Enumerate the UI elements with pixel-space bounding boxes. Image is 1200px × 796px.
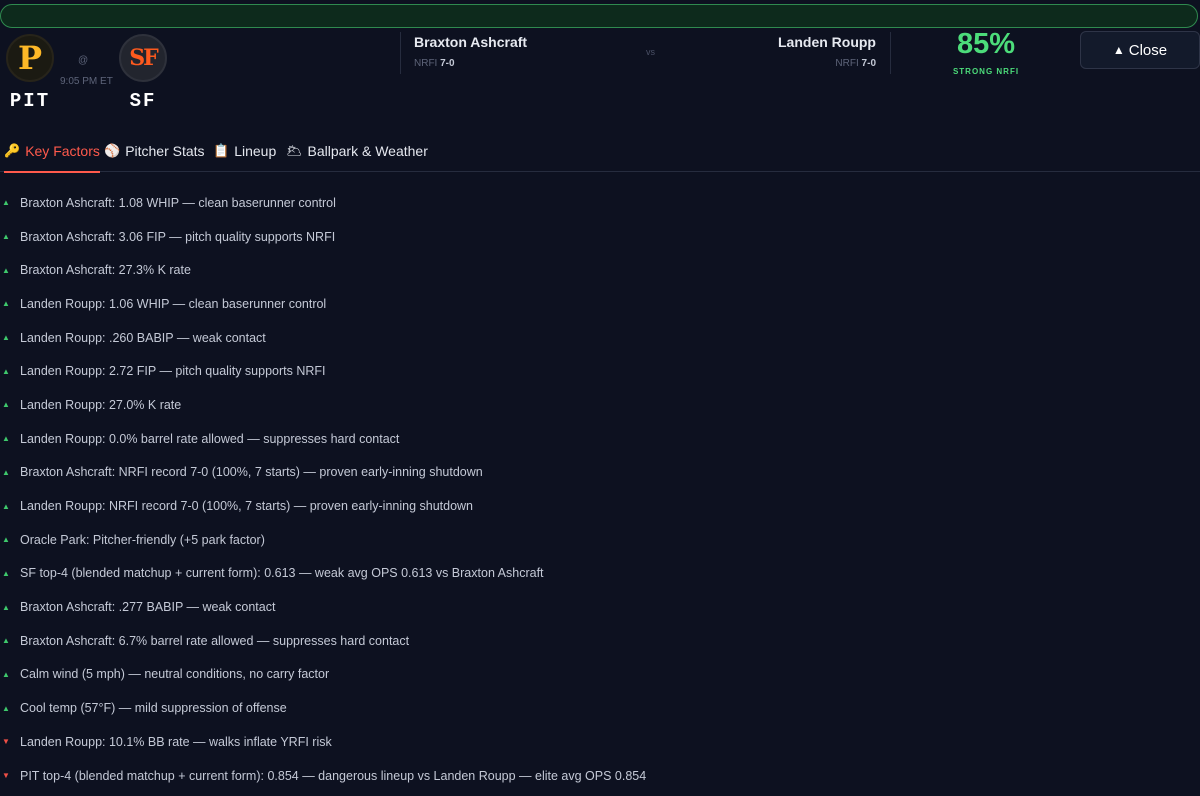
away-team: P PIT (0, 34, 60, 112)
divider (400, 32, 401, 74)
clipboard-icon: 📋 (213, 143, 230, 158)
list-item: ▲ Braxton Ashcraft: 3.06 FIP — pitch qual… (0, 220, 1200, 254)
factor-text: Braxton Ashcraft: NRFI record 7-0 (100%,… (20, 465, 483, 480)
factor-text: Oracle Park: Pitcher-friendly (+5 park f… (20, 532, 265, 547)
list-item: ▲ Braxton Ashcraft: .277 BABIP — weak con… (0, 590, 1200, 624)
game-time: 9:05 PM ET (60, 76, 113, 87)
away-team-abbr: PIT (9, 90, 51, 112)
triangle-up-icon: ▲ (2, 568, 10, 578)
list-item: ▲ Landen Roupp: 27.0% K rate (0, 388, 1200, 422)
divider (890, 32, 891, 74)
triangle-up-icon: ▲ (2, 669, 10, 679)
list-item: ▲ Calm wind (5 mph) — neutral conditions,… (0, 658, 1200, 692)
key-icon: 🔑 (4, 143, 21, 158)
nrfi-probability: 85% (956, 28, 1016, 60)
list-item: ▲ Landen Roupp: NRFI record 7-0 (100%, 7 … (0, 489, 1200, 523)
baseball-icon: ⚾ (104, 143, 121, 158)
list-item: ▲ Cool temp (57°F) — mild suppression of … (0, 691, 1200, 725)
triangle-up-icon: ▲ (2, 703, 10, 713)
factor-text: PIT top-4 (blended matchup + current for… (20, 768, 647, 783)
triangle-up-icon: ▲ (2, 602, 10, 612)
pirates-logo-icon: P (6, 34, 54, 82)
triangle-up-icon: ▲ (2, 265, 10, 275)
list-item: ▲ Braxton Ashcraft: NRFI record 7-0 (100%… (0, 456, 1200, 490)
factor-text: Landen Roupp: 1.06 WHIP — clean baserunn… (20, 296, 327, 311)
list-item: ▼ Landen Roupp: 10.1% BB rate — walks inf… (0, 725, 1200, 759)
factor-text: Braxton Ashcraft: .277 BABIP — weak cont… (20, 600, 276, 615)
tab-ballpark-weather[interactable]: 🌥 Ballpark & Weather (286, 143, 428, 171)
triangle-up-icon: ▲ (2, 467, 10, 477)
list-item: ▲ Braxton Ashcraft: 1.08 WHIP — clean bas… (0, 186, 1200, 220)
away-pitcher-name: Braxton Ashcraft (414, 34, 528, 50)
factor-text: Cool temp (57°F) — mild suppression of o… (20, 701, 287, 716)
factor-text: Landen Roupp: NRFI record 7-0 (100%, 7 s… (20, 499, 474, 514)
factor-text: Landen Roupp: 0.0% barrel rate allowed —… (20, 431, 400, 446)
triangle-down-icon: ▼ (2, 737, 10, 747)
triangle-down-icon: ▼ (2, 771, 10, 781)
list-item: ▲ Landen Roupp: 1.06 WHIP — clean baserun… (0, 287, 1200, 321)
factor-text: Landen Roupp: 27.0% K rate (20, 397, 182, 412)
triangle-up-icon: ▲ (2, 535, 10, 545)
giants-logo-icon: SF (119, 34, 167, 82)
triangle-up-icon: ▲ (2, 198, 10, 208)
home-team: SF SF (113, 34, 173, 112)
list-item: ▲ Oracle Park: Pitcher-friendly (+5 park … (0, 523, 1200, 557)
progress-bar (0, 4, 1198, 28)
key-factors-list: ▲ Braxton Ashcraft: 1.08 WHIP — clean bas… (0, 186, 1200, 792)
at-symbol: @ (78, 55, 89, 66)
factor-text: SF top-4 (blended matchup + current form… (20, 566, 544, 581)
home-team-abbr: SF (129, 90, 157, 112)
triangle-up-icon: ▲ (2, 434, 10, 444)
triangle-up-icon: ▲ (2, 333, 10, 343)
list-item: ▲ Landen Roupp: .260 BABIP — weak contact (0, 321, 1200, 355)
factor-text: Braxton Ashcraft: 3.06 FIP — pitch quali… (20, 229, 336, 244)
tab-key-factors[interactable]: 🔑 Key Factors (4, 143, 100, 173)
vs-label: vs (646, 47, 655, 57)
caret-up-icon: ▲ (1112, 43, 1125, 57)
tab-lineup[interactable]: 📋 Lineup (213, 143, 276, 171)
away-pitcher-record: NRFI 7-0 (414, 58, 455, 69)
cloud-sun-icon: 🌥 (286, 143, 303, 158)
home-pitcher-record: NRFI 7-0 (835, 58, 876, 69)
factor-text: Landen Roupp: 2.72 FIP — pitch quality s… (20, 364, 326, 379)
factor-text: Braxton Ashcraft: 6.7% barrel rate allow… (20, 633, 410, 648)
away-pitcher-record-label: NRFI (414, 58, 438, 69)
home-pitcher-record-value: 7-0 (861, 58, 876, 69)
factor-text: Calm wind (5 mph) — neutral conditions, … (20, 667, 330, 682)
home-pitcher-record-label: NRFI (835, 58, 859, 69)
factor-text: Landen Roupp: 10.1% BB rate — walks infl… (20, 734, 332, 749)
list-item: ▲ Landen Roupp: 2.72 FIP — pitch quality … (0, 354, 1200, 388)
away-pitcher-record-value: 7-0 (440, 58, 455, 69)
home-pitcher-name: Landen Roupp (778, 34, 876, 50)
nrfi-verdict: STRONG NRFI (952, 67, 1020, 76)
tab-label: Key Factors (25, 143, 100, 159)
list-item: ▲ Braxton Ashcraft: 6.7% barrel rate allo… (0, 624, 1200, 658)
close-button-label: Close (1128, 41, 1168, 59)
list-item: ▲ SF top-4 (blended matchup + current for… (0, 557, 1200, 591)
triangle-up-icon: ▲ (2, 232, 10, 242)
triangle-up-icon: ▲ (2, 366, 10, 376)
close-button[interactable]: ▲ Close (1080, 31, 1200, 69)
tab-label: Lineup (234, 143, 277, 159)
triangle-up-icon: ▲ (2, 400, 10, 410)
factor-text: Braxton Ashcraft: 1.08 WHIP — clean base… (20, 195, 336, 210)
tab-pitcher-stats[interactable]: ⚾ Pitcher Stats (104, 143, 205, 171)
tab-label: Ballpark & Weather (307, 143, 428, 159)
triangle-up-icon: ▲ (2, 636, 10, 646)
triangle-up-icon: ▲ (2, 299, 10, 309)
list-item: ▼ PIT top-4 (blended matchup + current fo… (0, 759, 1200, 793)
tab-label: Pitcher Stats (125, 143, 205, 159)
list-item: ▲ Braxton Ashcraft: 27.3% K rate (0, 253, 1200, 287)
list-item: ▲ Landen Roupp: 0.0% barrel rate allowed … (0, 422, 1200, 456)
factor-text: Landen Roupp: .260 BABIP — weak contact (20, 330, 266, 345)
tab-bar: 🔑 Key Factors ⚾ Pitcher Stats 📋 Lineup 🌥… (0, 138, 1200, 173)
triangle-up-icon: ▲ (2, 501, 10, 511)
factor-text: Braxton Ashcraft: 27.3% K rate (20, 263, 191, 278)
